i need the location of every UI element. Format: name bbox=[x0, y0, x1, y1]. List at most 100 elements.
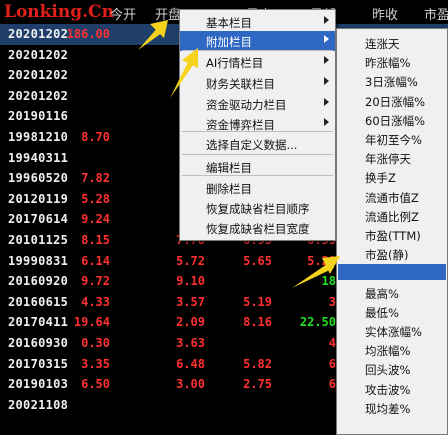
menu-item-label: 恢复成缺省栏目宽度 bbox=[206, 222, 310, 236]
submenu-item-label: 20日涨幅% bbox=[365, 94, 426, 109]
submenu-item-label: 实体涨幅% bbox=[365, 325, 422, 339]
submenu-item-18[interactable]: 攻击波% bbox=[337, 379, 447, 399]
menu-item-label: 删除栏目 bbox=[206, 182, 252, 196]
column-header-open[interactable]: 今开 bbox=[110, 4, 136, 23]
price-cell: 3.63 bbox=[176, 336, 205, 350]
listing-date-cell: 20101125 bbox=[8, 233, 69, 247]
submenu-item-17[interactable]: 回头波% bbox=[337, 359, 447, 379]
price-cell: 8.15 bbox=[81, 233, 110, 247]
menu-item-6[interactable]: 选择自定义数据... bbox=[180, 134, 335, 154]
submenu-item-label: 流通比例Z bbox=[365, 209, 419, 224]
submenu-item-4[interactable]: 60日涨幅% bbox=[337, 110, 447, 130]
menu-item-label: 编辑栏目 bbox=[206, 161, 252, 175]
column-header-prev-close[interactable]: 昨收 bbox=[372, 4, 398, 23]
submenu-item-9[interactable]: 流通比例Z bbox=[337, 206, 447, 226]
submenu-item-label: 连涨天 bbox=[365, 37, 400, 51]
watermark-logo: Lonking.Cn bbox=[4, 2, 114, 22]
price-cell: 8.16 bbox=[243, 315, 272, 330]
submenu-item-7[interactable]: 换手Z bbox=[337, 167, 447, 187]
price-cell: 3.57 bbox=[176, 294, 205, 309]
submenu-item-1[interactable]: 昨涨幅% bbox=[337, 52, 447, 72]
menu-item-0[interactable]: 基本栏目 bbox=[180, 12, 335, 32]
submenu-arrow-icon bbox=[324, 98, 329, 106]
listing-date-cell: 20170614 bbox=[8, 212, 69, 227]
menu-item-2[interactable]: AI行情栏目 bbox=[180, 52, 335, 72]
menu-item-label: AI行情栏目 bbox=[206, 56, 264, 70]
submenu-item-13[interactable]: 最高% bbox=[337, 283, 447, 303]
submenu-item-0[interactable]: 连涨天 bbox=[337, 33, 447, 53]
submenu-arrow-icon bbox=[324, 77, 329, 85]
price-cell: 6.14 bbox=[81, 253, 110, 268]
listing-date-cell: 20160615 bbox=[8, 294, 69, 309]
submenu-arrow-icon bbox=[324, 118, 329, 126]
price-cell: 9.72 bbox=[81, 274, 110, 289]
price-cell: 5.82 bbox=[243, 356, 272, 371]
menu-item-label: 财务关联栏目 bbox=[206, 77, 275, 91]
submenu-item-3[interactable]: 20日涨幅% bbox=[337, 91, 447, 111]
price-cell: 19.64 bbox=[73, 315, 110, 330]
submenu-item-11[interactable]: 市盈(静) bbox=[337, 244, 447, 264]
submenu-item-label: 攻击波% bbox=[365, 382, 411, 397]
additional-columns-submenu: 连涨天昨涨幅% 3日涨幅% 20日涨幅% 60日涨幅% 年初至今% 年涨停天换手Z 流通市值… bbox=[336, 28, 448, 435]
submenu-item-label: 年涨停天 bbox=[365, 152, 411, 167]
price-cell: 5.19 bbox=[243, 294, 272, 309]
price-cell: 18 bbox=[321, 274, 336, 289]
listing-date-cell: 20160920 bbox=[8, 274, 69, 289]
price-cell: 6 bbox=[328, 377, 336, 392]
listing-date-cell: 20160930 bbox=[8, 336, 69, 350]
listing-date-cell: 20201202 bbox=[8, 47, 69, 62]
submenu-item-10[interactable]: 市盈(TTM) bbox=[337, 225, 447, 245]
menu-item-label: 基本栏目 bbox=[206, 16, 252, 30]
submenu-item-8[interactable]: 流通市值Z bbox=[337, 187, 447, 207]
menu-separator bbox=[182, 154, 333, 155]
submenu-item-15[interactable]: 实体涨幅% bbox=[337, 321, 447, 341]
submenu-item-label: 换手Z bbox=[365, 171, 396, 186]
price-cell: 22.50 bbox=[299, 315, 336, 330]
price-cell: 2.09 bbox=[176, 315, 205, 330]
price-cell: 2.75 bbox=[243, 377, 272, 392]
menu-item-8[interactable]: 删除栏目 bbox=[180, 178, 335, 198]
price-cell: 3.35 bbox=[81, 356, 110, 371]
listing-date-cell: 20201202 bbox=[8, 88, 69, 103]
submenu-item-14[interactable]: 最低% bbox=[337, 302, 447, 322]
price-cell: 7.82 bbox=[81, 171, 110, 186]
submenu-item-2[interactable]: 3日涨幅% bbox=[337, 71, 447, 91]
menu-item-7[interactable]: 编辑栏目 bbox=[180, 157, 335, 177]
price-cell: 5.29 bbox=[307, 253, 336, 268]
price-cell: 4 bbox=[328, 336, 336, 350]
price-cell: 5.28 bbox=[81, 191, 110, 206]
submenu-arrow-icon bbox=[324, 35, 329, 43]
price-cell: 3 bbox=[328, 294, 336, 309]
submenu-item-label: 昨涨幅% bbox=[365, 56, 411, 71]
submenu-item-label: 最低% bbox=[365, 305, 399, 320]
submenu-selected-item[interactable] bbox=[338, 264, 446, 281]
price-cell: 4.33 bbox=[81, 294, 110, 309]
menu-item-4[interactable]: 资金驱动力栏目 bbox=[180, 94, 335, 114]
submenu-item-label: 市盈(TTM) bbox=[365, 229, 421, 243]
submenu-item-5[interactable]: 年初至今% bbox=[337, 129, 447, 149]
column-header-pe[interactable]: 市盈 bbox=[424, 4, 448, 23]
submenu-item-label: 均涨幅% bbox=[365, 344, 411, 359]
listing-date-cell: 20021108 bbox=[8, 397, 69, 412]
price-cell: 0.30 bbox=[81, 336, 110, 350]
submenu-item-16[interactable]: 均涨幅% bbox=[337, 340, 447, 360]
listing-date-cell: 20170315 bbox=[8, 356, 69, 371]
submenu-item-6[interactable]: 年涨停天 bbox=[337, 148, 447, 168]
price-cell: 9.10 bbox=[176, 274, 205, 289]
menu-item-label: 选择自定义数据... bbox=[206, 138, 298, 152]
price-cell: 6 bbox=[328, 356, 336, 371]
listing-date-cell: 20201202 bbox=[8, 68, 69, 83]
submenu-item-19[interactable]: 现均差% bbox=[337, 398, 447, 418]
submenu-arrow-icon bbox=[324, 56, 329, 64]
menu-item-3[interactable]: 财务关联栏目 bbox=[180, 73, 335, 93]
price-cell: 6.48 bbox=[176, 356, 205, 371]
menu-item-1[interactable]: 附加栏目 bbox=[180, 31, 335, 51]
menu-item-10[interactable]: 恢复成缺省栏目宽度 bbox=[180, 218, 335, 238]
price-cell: 186.00 bbox=[66, 27, 110, 41]
submenu-item-label: 60日涨幅% bbox=[365, 113, 426, 128]
listing-date-cell: 19981210 bbox=[8, 130, 69, 144]
listing-date-cell: 19990831 bbox=[8, 253, 69, 268]
price-cell: 6.50 bbox=[81, 377, 110, 392]
price-cell: 5.65 bbox=[243, 253, 272, 268]
menu-item-9[interactable]: 恢复成缺省栏目顺序 bbox=[180, 198, 335, 218]
